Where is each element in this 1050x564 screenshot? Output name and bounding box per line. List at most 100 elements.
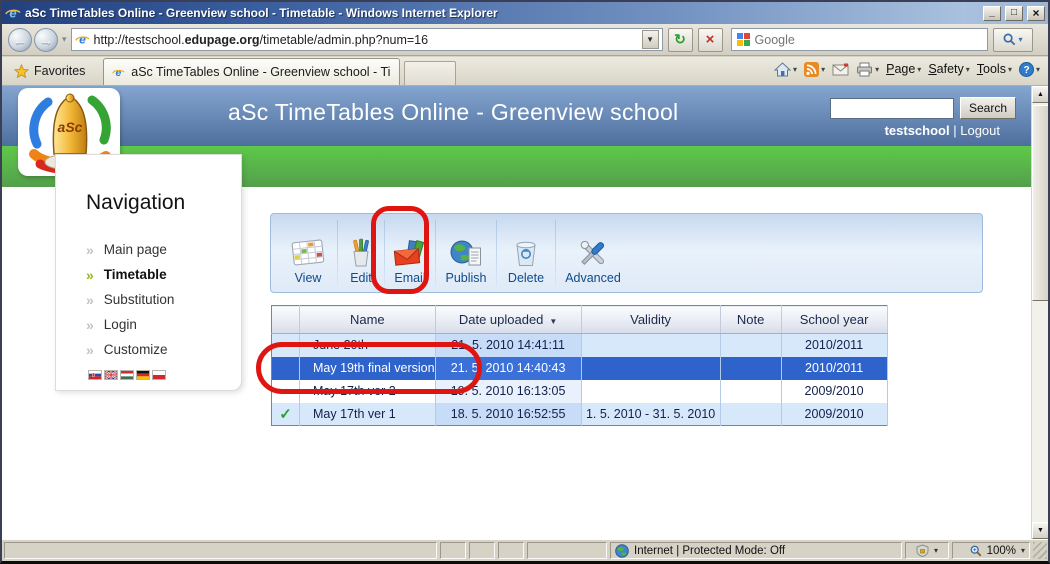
email-button[interactable]: Email xyxy=(385,216,435,290)
divider: | xyxy=(953,123,956,138)
nav-item-login[interactable]: »Login xyxy=(86,312,241,337)
table-row[interactable]: May 17th ver 2 19. 5. 2010 16:13:05 2009… xyxy=(272,380,888,403)
refresh-button[interactable]: ↻ xyxy=(668,28,693,52)
home-button[interactable]: ▾ xyxy=(774,62,797,77)
nav-item-timetable[interactable]: »Timetable xyxy=(86,262,241,287)
back-button[interactable]: ← xyxy=(8,28,32,52)
status-cell xyxy=(527,542,607,559)
zone-text: Internet | Protected Mode: Off xyxy=(634,545,785,557)
home-dropdown-icon[interactable]: ▾ xyxy=(793,65,797,74)
nav-item-substitution[interactable]: »Substitution xyxy=(86,287,241,312)
read-mail-button[interactable] xyxy=(832,63,849,76)
zoom-level: 100% xyxy=(987,545,1016,557)
delete-button[interactable]: Delete xyxy=(497,216,555,290)
help-button[interactable]: ? ▾ xyxy=(1019,62,1040,77)
minimize-button[interactable]: _ xyxy=(983,6,1001,21)
shield-icon xyxy=(916,544,929,557)
table-header-row: Name Date uploaded▼ Validity Note School… xyxy=(272,306,888,334)
timetable-toolbar: View Edit xyxy=(270,213,983,293)
address-field[interactable]: e http://testschool.edupage.org/timetabl… xyxy=(71,28,663,51)
search-options-dropdown-icon[interactable]: ▾ xyxy=(1019,35,1023,44)
svg-text:aSc: aSc xyxy=(58,119,83,135)
header-validity[interactable]: Validity xyxy=(581,306,720,334)
help-dropdown-icon[interactable]: ▾ xyxy=(1036,65,1040,74)
logout-link[interactable]: Logout xyxy=(960,123,1000,138)
feeds-button[interactable]: ▾ xyxy=(804,62,825,77)
favorites-label: Favorites xyxy=(34,64,85,78)
svg-text:e: e xyxy=(116,68,122,79)
title-bar: e aSc TimeTables Online - Greenview scho… xyxy=(2,2,1048,24)
header-date-uploaded[interactable]: Date uploaded▼ xyxy=(435,306,581,334)
pencils-icon xyxy=(344,237,378,269)
safety-menu[interactable]: Safety ▾ xyxy=(928,62,969,76)
resize-grip[interactable] xyxy=(1033,542,1047,559)
flag-polish-icon[interactable] xyxy=(152,370,166,380)
status-bar: Internet | Protected Mode: Off ▾ 100% ▾ xyxy=(2,539,1048,561)
favorites-button[interactable]: Favorites xyxy=(2,59,95,83)
forward-button[interactable]: → xyxy=(34,28,58,52)
web-search-input[interactable] xyxy=(755,33,982,47)
table-row-selected[interactable]: May 19th final version 21. 5. 2010 14:40… xyxy=(272,357,888,380)
site-search-input[interactable] xyxy=(830,98,954,119)
view-button[interactable]: View xyxy=(279,216,337,290)
print-dropdown-icon[interactable]: ▾ xyxy=(875,65,879,74)
printer-icon xyxy=(856,62,873,77)
page-viewport: aSc TimeTables Online - Greenview school… xyxy=(2,86,1048,539)
header-name[interactable]: Name xyxy=(300,306,436,334)
user-line: testschool | Logout xyxy=(885,123,1000,138)
zoom-dropdown-icon[interactable]: ▾ xyxy=(1021,546,1025,555)
edit-button[interactable]: Edit xyxy=(338,216,384,290)
globe-doc-icon xyxy=(449,237,483,269)
tools-menu[interactable]: Tools ▾ xyxy=(977,62,1012,76)
flag-hungarian-icon[interactable] xyxy=(120,370,134,380)
timetable-icon xyxy=(290,237,326,269)
active-tab[interactable]: e aSc TimeTables Online - Greenview scho… xyxy=(103,58,400,85)
page-menu[interactable]: Page ▾ xyxy=(886,62,921,76)
nav-item-main-page[interactable]: »Main page xyxy=(86,237,241,262)
svg-text:e: e xyxy=(79,33,86,47)
address-dropdown-button[interactable]: ▼ xyxy=(642,30,659,49)
maximize-button[interactable]: □ xyxy=(1005,6,1023,21)
new-tab-button[interactable] xyxy=(404,61,456,85)
flag-slovak-icon[interactable] xyxy=(88,370,102,380)
scroll-up-button[interactable]: ▲ xyxy=(1032,86,1048,103)
vertical-scrollbar[interactable]: ▲ ▼ xyxy=(1031,86,1048,539)
shield-dropdown-icon[interactable]: ▾ xyxy=(934,546,938,555)
navigation-title: Navigation xyxy=(86,191,241,215)
feeds-dropdown-icon[interactable]: ▾ xyxy=(821,65,825,74)
scroll-thumb[interactable] xyxy=(1032,105,1048,301)
zoom-cell[interactable]: 100% ▾ xyxy=(952,542,1030,559)
mail-icon xyxy=(832,63,849,76)
site-search-button[interactable]: Search xyxy=(960,97,1016,119)
table-row[interactable]: ✓ May 17th ver 1 18. 5. 2010 16:52:55 1.… xyxy=(272,403,888,426)
header-school-year[interactable]: School year xyxy=(781,306,887,334)
publish-button[interactable]: Publish xyxy=(436,216,496,290)
site-title: aSc TimeTables Online - Greenview school xyxy=(228,99,678,126)
nav-item-customize[interactable]: »Customize xyxy=(86,337,241,362)
home-icon xyxy=(774,62,791,77)
star-icon xyxy=(14,64,29,78)
close-button[interactable]: × xyxy=(1027,6,1045,21)
history-dropdown-icon[interactable]: ▾ xyxy=(62,34,67,45)
flag-english-icon[interactable] xyxy=(104,370,118,380)
stop-button[interactable]: × xyxy=(698,28,723,52)
advanced-button[interactable]: Advanced xyxy=(556,216,630,290)
tools-icon xyxy=(576,237,610,269)
active-check-icon: ✓ xyxy=(279,406,292,423)
timetable-table: Name Date uploaded▼ Validity Note School… xyxy=(271,305,888,426)
navigation-panel: Navigation »Main page »Timetable »Substi… xyxy=(55,154,242,391)
scroll-down-button[interactable]: ▼ xyxy=(1032,522,1048,539)
ie-icon: e xyxy=(5,5,21,21)
table-row[interactable]: June 20th 21. 5. 2010 14:41:11 2010/2011 xyxy=(272,334,888,357)
chevron-icon: » xyxy=(86,242,94,258)
chevron-icon: » xyxy=(86,292,94,308)
web-search-button[interactable]: ▾ xyxy=(993,28,1033,52)
print-button[interactable]: ▾ xyxy=(856,62,879,77)
header-note[interactable]: Note xyxy=(720,306,781,334)
flag-german-icon[interactable] xyxy=(136,370,150,380)
security-report-cell[interactable]: ▾ xyxy=(905,542,949,559)
navigation-list: »Main page »Timetable »Substitution »Log… xyxy=(86,237,241,362)
username[interactable]: testschool xyxy=(885,123,950,138)
web-search-box[interactable] xyxy=(731,28,988,51)
status-cell xyxy=(498,542,524,559)
